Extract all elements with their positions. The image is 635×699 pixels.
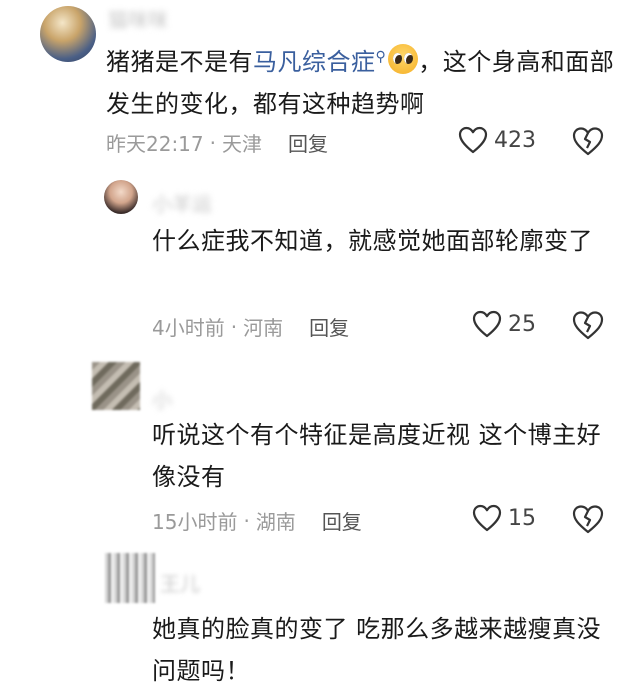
avatar[interactable] xyxy=(104,180,138,214)
meta-separator: · xyxy=(230,314,238,339)
heart-icon xyxy=(472,504,502,532)
comment-meta: 昨天22:17 · 天津 回复 xyxy=(106,128,328,157)
pleading-face-emoji-icon xyxy=(388,44,419,74)
comment-text: 猪猪是不是有马凡综合症⚲ ，这个身高和面部发生的变化，都有这种趋势啊 xyxy=(106,36,618,125)
avatar[interactable] xyxy=(92,362,140,410)
comment-text: 她真的脸真的变了 吃那么多越来越瘦真没问题吗！ xyxy=(152,615,602,685)
comment-location: 河南 xyxy=(243,316,284,340)
comment-meta: 4小时前 · 河南 回复 xyxy=(152,312,349,341)
like-button[interactable]: 423 xyxy=(458,126,536,154)
like-button[interactable]: 25 xyxy=(472,310,536,338)
like-button[interactable]: 15 xyxy=(472,504,536,532)
comment-meta: 15小时前 · 湖南 回复 xyxy=(152,506,362,535)
broken-heart-icon[interactable] xyxy=(572,126,604,156)
comment-time: 15小时前 xyxy=(152,510,238,534)
search-icon[interactable]: ⚲ xyxy=(376,49,387,65)
meta-separator: · xyxy=(243,508,250,533)
avatar[interactable] xyxy=(40,6,96,62)
username[interactable]: 猫咪咪 xyxy=(108,4,168,33)
broken-heart-icon[interactable] xyxy=(572,504,604,534)
comment-text: 什么症我不知道，就感觉她面部轮廓变了 xyxy=(152,227,593,255)
username[interactable]: 小羊运 xyxy=(152,188,212,217)
reply-button[interactable]: 回复 xyxy=(309,312,349,341)
username[interactable]: 王儿 xyxy=(160,568,200,597)
username[interactable]: 小 xyxy=(152,384,172,413)
comment-text: 听说这个有个特征是高度近视 这个博主好像没有 xyxy=(152,421,602,491)
comment-time: 昨天22:17 xyxy=(106,132,204,156)
comment-location: 湖南 xyxy=(255,510,296,534)
reply-button[interactable]: 回复 xyxy=(322,506,362,535)
heart-icon xyxy=(458,126,488,154)
meta-separator: · xyxy=(209,130,216,155)
comment-location: 天津 xyxy=(222,132,262,156)
reply-button[interactable]: 回复 xyxy=(288,128,328,157)
broken-heart-icon[interactable] xyxy=(572,310,604,340)
comment-time: 4小时前 xyxy=(152,316,225,340)
topic-link[interactable]: 马凡综合症 xyxy=(253,48,376,76)
like-count: 423 xyxy=(494,127,536,153)
avatar[interactable] xyxy=(105,553,155,603)
heart-icon xyxy=(472,310,502,338)
like-count: 25 xyxy=(508,311,536,337)
comment-text-part: 猪猪是不是有 xyxy=(106,48,253,76)
like-count: 15 xyxy=(508,505,536,531)
